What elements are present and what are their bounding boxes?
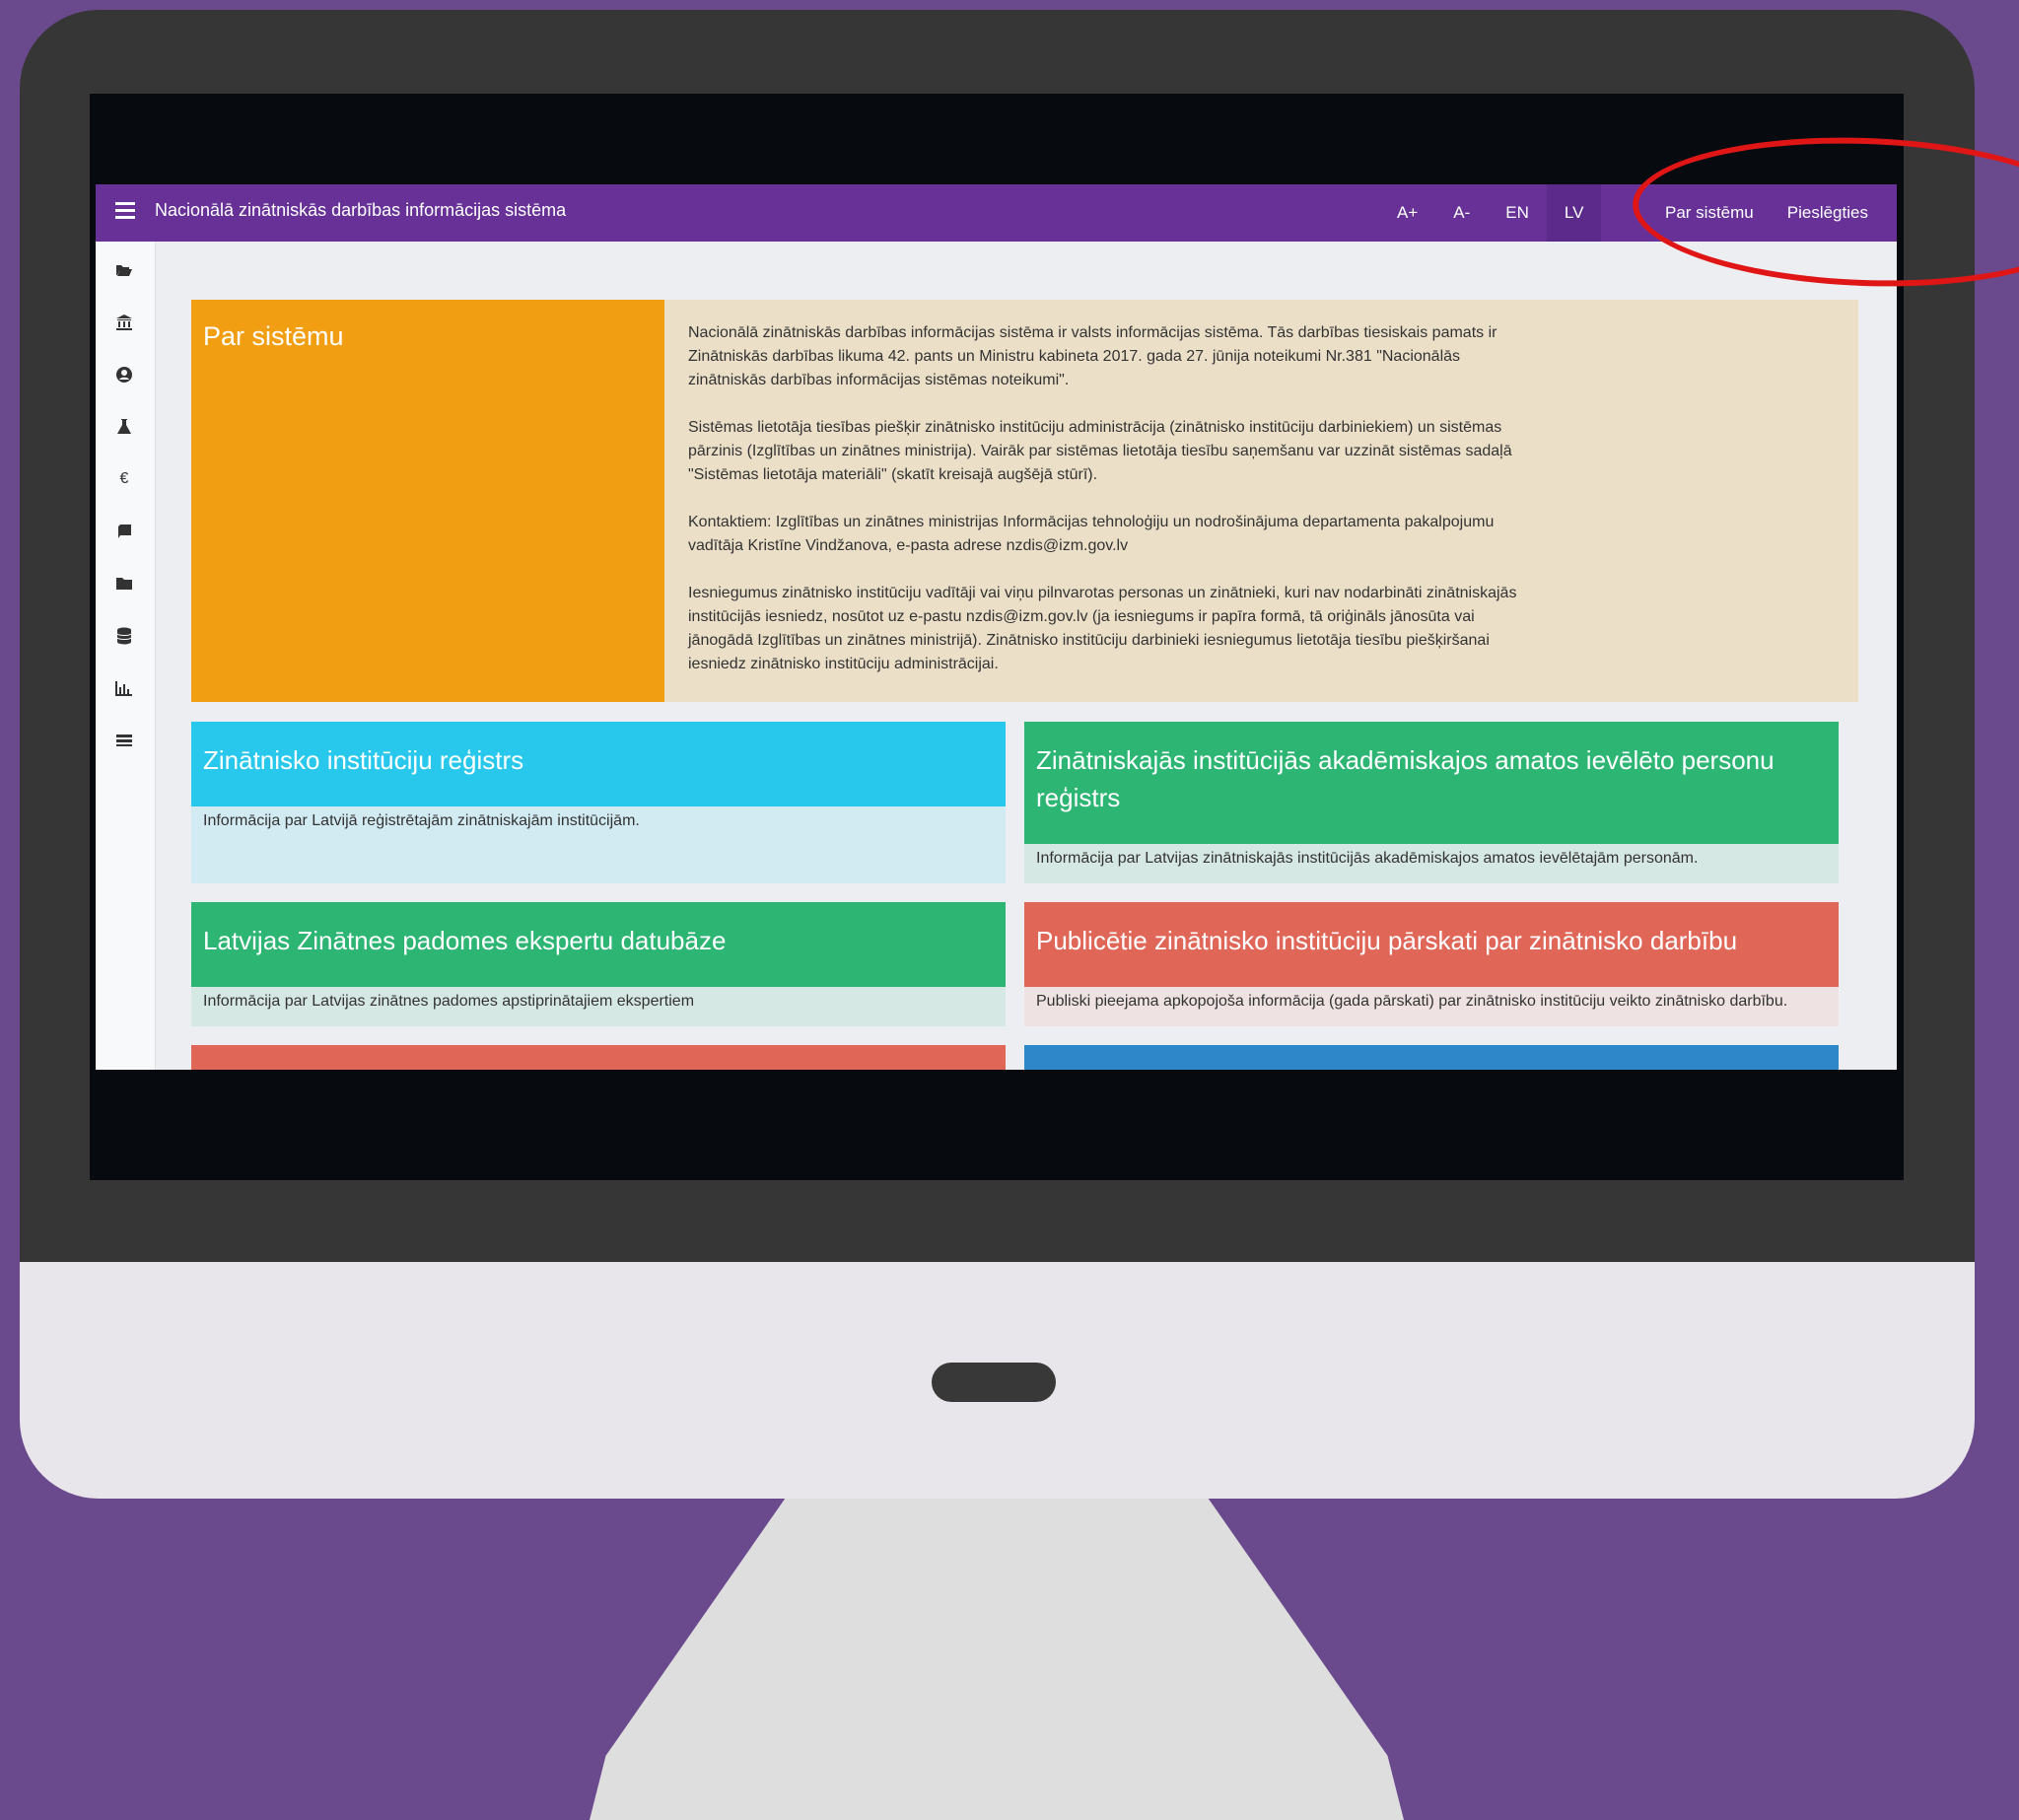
monitor-logo <box>932 1363 1056 1402</box>
card-description: Informācija par Latvijas zinātnes padome… <box>191 987 1006 1026</box>
list-icon[interactable] <box>113 730 135 751</box>
about-paragraph: Sistēmas lietotāja tiesības piešķir zinā… <box>688 419 1512 483</box>
app-title: Nacionālā zinātniskās darbības informāci… <box>155 200 567 220</box>
font-decrease-button[interactable]: A- <box>1435 184 1488 242</box>
lang-en-button[interactable]: EN <box>1488 184 1547 242</box>
app-window: Nacionālā zinātniskās darbības informāci… <box>96 184 1897 1070</box>
monitor-stand <box>590 1499 1404 1820</box>
card-partial[interactable] <box>1024 1045 1839 1070</box>
card-description: Informācija par Latvijā reģistrētajām zi… <box>191 806 1006 883</box>
card-published-reports[interactable]: Publicētie zinātnisko institūciju pārska… <box>1024 902 1839 1026</box>
book-icon[interactable] <box>113 521 135 542</box>
card-title[interactable]: Publicētie zinātnisko institūciju pārska… <box>1024 902 1839 987</box>
about-panel: Par sistēmu Nacionālā zinātniskās darbīb… <box>191 300 1858 702</box>
about-paragraph: Kontaktiem: Izglītības un zinātnes minis… <box>688 514 1495 554</box>
user-circle-icon[interactable] <box>113 364 135 385</box>
card-institutions-register[interactable]: Zinātnisko institūciju reģistrs Informāc… <box>191 722 1006 883</box>
card-description: Publiski pieejama apkopojoša informācija… <box>1024 987 1839 1026</box>
euro-icon[interactable]: € <box>113 468 135 490</box>
card-experts-database[interactable]: Latvijas Zinātnes padomes ekspertu datub… <box>191 902 1006 1026</box>
card-title[interactable] <box>1024 1045 1839 1070</box>
flask-icon[interactable] <box>113 416 135 438</box>
card-academic-positions-register[interactable]: Zinātniskajās institūcijās akadēmiskajos… <box>1024 722 1839 883</box>
card-title[interactable]: Latvijas Zinātnes padomes ekspertu datub… <box>191 902 1006 987</box>
bar-chart-icon[interactable] <box>113 677 135 699</box>
font-increase-button[interactable]: A+ <box>1379 184 1435 242</box>
database-icon[interactable] <box>113 625 135 647</box>
about-panel-text: Nacionālā zinātniskās darbības informāci… <box>688 321 1536 700</box>
card-title[interactable]: Zinātnisko institūciju reģistrs <box>191 722 1006 806</box>
card-description: Informācija par Latvijas zinātniskajās i… <box>1024 844 1839 883</box>
about-paragraph: Nacionālā zinātniskās darbības informāci… <box>688 324 1497 388</box>
institution-icon[interactable] <box>113 312 135 333</box>
card-partial[interactable] <box>191 1045 1006 1070</box>
lang-lv-button[interactable]: LV <box>1546 184 1602 242</box>
hamburger-menu-icon[interactable] <box>115 202 135 220</box>
accessibility-nav: A+ A- EN LV <box>1379 184 1602 242</box>
card-title[interactable] <box>191 1045 1006 1070</box>
about-paragraph: Iesniegumus zinātnisko institūciju vadīt… <box>688 585 1517 672</box>
about-panel-title: Par sistēmu <box>191 300 664 702</box>
top-bar: Nacionālā zinātniskās darbības informāci… <box>96 184 1897 242</box>
sidebar: € <box>96 242 156 1070</box>
folder-icon[interactable] <box>113 573 135 595</box>
card-title[interactable]: Zinātniskajās institūcijās akadēmiskajos… <box>1024 722 1839 844</box>
folder-open-icon[interactable] <box>113 259 135 281</box>
